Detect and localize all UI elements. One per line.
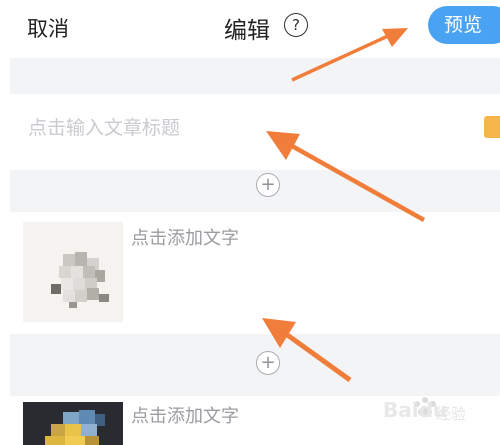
cancel-button[interactable]: 取消 (27, 13, 69, 43)
section-divider (10, 170, 500, 212)
preview-button[interactable]: 预览 (428, 6, 500, 44)
add-block-button[interactable]: + (256, 351, 280, 375)
block-image[interactable] (23, 402, 123, 445)
block-image[interactable] (23, 222, 123, 322)
left-margin (0, 58, 10, 445)
watermark-sub: 经验 (436, 405, 467, 423)
section-divider (10, 58, 500, 94)
block-text-input[interactable]: 点击添加文字 (131, 402, 239, 428)
add-block-button[interactable]: + (256, 173, 280, 197)
cover-icon[interactable] (484, 116, 500, 138)
page-title: 编辑 (224, 18, 270, 44)
article-title-input[interactable]: 点击输入文章标题 (28, 113, 180, 140)
block-text-input[interactable]: 点击添加文字 (131, 224, 239, 250)
help-icon[interactable]: ? (284, 13, 308, 37)
